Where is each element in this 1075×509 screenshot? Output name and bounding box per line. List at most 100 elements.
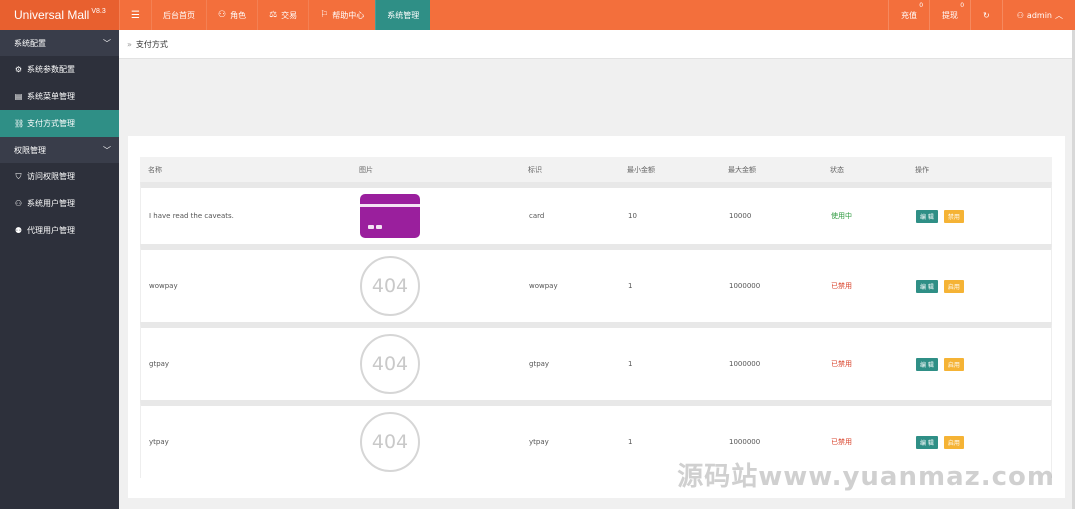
cell-max: 1000000 — [729, 282, 761, 290]
cell-max: 10000 — [729, 212, 752, 220]
top-nav: ☰ 后台首页 ⚇ 角色 ⚖ 交易 ⚐ 帮助中心 系统管理 — [119, 0, 431, 30]
table-row: I have read the caveats. card 10 10000 使… — [140, 182, 1052, 244]
nav-help[interactable]: ⚐ 帮助中心 — [308, 0, 375, 30]
link-icon: ⛓ — [14, 119, 25, 128]
chevron-up-icon: ︿ — [1055, 10, 1063, 20]
edit-button[interactable]: 编 辑 — [916, 357, 938, 371]
edit-button[interactable]: 编 辑 — [916, 209, 938, 223]
breadcrumb: » 支付方式 — [119, 30, 1075, 59]
username: admin — [1026, 10, 1052, 20]
sidebar-item-access-permissions[interactable]: ⛉ 访问权限管理 — [0, 163, 119, 190]
site-watermark: 源码站www.yuanmaz.com — [677, 462, 1055, 492]
user-icon: ⚇ — [14, 199, 23, 208]
top-bar: Universal Mall V8.3 ☰ 后台首页 ⚇ 角色 ⚖ 交易 ⚐ 帮助中心 … — [0, 0, 1075, 30]
withdraw-button[interactable]: 提现 0 — [929, 0, 970, 30]
main-content: » 支付方式 名称 图片 标识 最小金额 最大金额 状态 操作 I have r… — [119, 30, 1075, 509]
menu-icon: ▤ — [14, 92, 23, 101]
cell-name: wowpay — [149, 282, 178, 290]
cell-code: card — [529, 212, 545, 220]
cell-status: 使用中 — [831, 212, 852, 220]
hamburger-menu-button[interactable]: ☰ — [119, 0, 151, 30]
cell-image: 404 — [352, 256, 521, 316]
gear-icon: ⚙ — [14, 65, 23, 74]
sidebar-group-permissions[interactable]: 权限管理 ﹀ — [0, 137, 119, 163]
nav-trade[interactable]: ⚖ 交易 — [257, 0, 308, 30]
cell-image: 404 — [352, 334, 521, 394]
header-image: 图片 — [359, 165, 373, 174]
balance-icon: ⚖ — [269, 10, 278, 20]
toggle-button[interactable]: 启用 — [943, 279, 964, 293]
table-header: 名称 图片 标识 最小金额 最大金额 状态 操作 — [140, 157, 1052, 182]
cell-min: 1 — [628, 282, 633, 290]
app-title: Universal Mall — [14, 8, 90, 22]
cell-code: ytpay — [529, 438, 549, 446]
credit-card-image — [360, 194, 420, 238]
header-min: 最小金额 — [627, 165, 655, 174]
hamburger-icon: ☰ — [131, 9, 140, 21]
image-not-found: 404 — [360, 334, 420, 394]
top-right-actions: 充值 0 提现 0 ↻ ⚇ admin ︿ — [888, 0, 1075, 30]
table-row: gtpay 404 gtpay 1 1000000 已禁用 编 辑 启用 — [140, 322, 1052, 400]
sidebar-item-system-menu[interactable]: ▤ 系统菜单管理 — [0, 83, 119, 110]
user-icon: ⚇ — [1016, 10, 1024, 20]
cell-actions: 编 辑 启用 — [908, 435, 1053, 449]
cell-status: 已禁用 — [831, 360, 852, 368]
sidebar: 系统配置 ﹀ ⚙ 系统参数配置 ▤ 系统菜单管理 ⛓ 支付方式管理 权限管理 ﹀ ⛉ 访问权… — [0, 30, 119, 509]
header-name: 名称 — [148, 165, 162, 174]
cell-min: 1 — [628, 438, 633, 446]
chevron-down-icon: ﹀ — [103, 145, 111, 155]
header-max: 最大金额 — [728, 165, 756, 174]
edit-button[interactable]: 编 辑 — [916, 435, 938, 449]
header-actions: 操作 — [915, 165, 929, 174]
cell-code: wowpay — [529, 282, 558, 290]
image-not-found: 404 — [360, 256, 420, 316]
sidebar-item-payment-methods[interactable]: ⛓ 支付方式管理 — [0, 110, 119, 137]
users-icon: ⚉ — [14, 226, 23, 235]
cell-actions: 编 辑 禁用 — [908, 209, 1053, 223]
sidebar-item-system-params[interactable]: ⚙ 系统参数配置 — [0, 56, 119, 83]
cell-name: ytpay — [149, 438, 169, 446]
nav-home[interactable]: 后台首页 — [151, 0, 206, 30]
cell-code: gtpay — [529, 360, 550, 368]
cell-max: 1000000 — [729, 438, 761, 446]
table-row: wowpay 404 wowpay 1 1000000 已禁用 编 辑 启用 — [140, 244, 1052, 322]
flag-icon: ⚐ — [320, 10, 329, 20]
refresh-button[interactable]: ↻ — [970, 0, 1002, 30]
image-not-found: 404 — [360, 412, 420, 472]
app-version: V8.3 — [91, 7, 106, 15]
payment-methods-table: 名称 图片 标识 最小金额 最大金额 状态 操作 I have read the… — [140, 157, 1052, 478]
nav-system[interactable]: 系统管理 — [375, 0, 431, 30]
cell-name: gtpay — [149, 360, 170, 368]
nav-role[interactable]: ⚇ 角色 — [206, 0, 257, 30]
cell-image: 404 — [352, 412, 521, 472]
recharge-count-badge: 0 — [919, 2, 924, 9]
sidebar-group-system-config[interactable]: 系统配置 ﹀ — [0, 30, 119, 56]
header-code: 标识 — [528, 165, 542, 174]
cell-image — [352, 194, 521, 238]
user-menu[interactable]: ⚇ admin ︿ — [1001, 0, 1075, 30]
refresh-icon: ↻ — [983, 10, 990, 20]
cell-max: 1000000 — [729, 360, 761, 368]
toggle-button[interactable]: 启用 — [943, 435, 964, 449]
payment-methods-panel: 名称 图片 标识 最小金额 最大金额 状态 操作 I have read the… — [128, 136, 1065, 498]
cell-name: I have read the caveats. — [149, 212, 234, 220]
cell-min: 1 — [628, 360, 633, 368]
recharge-button[interactable]: 充值 0 — [888, 0, 929, 30]
sidebar-item-agent-users[interactable]: ⚉ 代理用户管理 — [0, 217, 119, 244]
withdraw-count-badge: 0 — [960, 2, 965, 9]
cell-status: 已禁用 — [831, 282, 852, 290]
double-chevron-right-icon: » — [127, 39, 132, 49]
breadcrumb-current: 支付方式 — [135, 39, 168, 49]
cell-actions: 编 辑 启用 — [908, 279, 1053, 293]
toggle-button[interactable]: 禁用 — [943, 209, 964, 223]
shield-icon: ⛉ — [15, 171, 22, 181]
chevron-down-icon: ﹀ — [103, 38, 111, 48]
user-icon: ⚇ — [218, 10, 227, 20]
cell-min: 10 — [628, 212, 637, 220]
sidebar-item-system-users[interactable]: ⚇ 系统用户管理 — [0, 190, 119, 217]
toggle-button[interactable]: 启用 — [943, 357, 964, 371]
brand-logo[interactable]: Universal Mall V8.3 — [0, 0, 119, 30]
cell-status: 已禁用 — [831, 438, 852, 446]
cell-actions: 编 辑 启用 — [908, 357, 1053, 371]
edit-button[interactable]: 编 辑 — [916, 279, 938, 293]
